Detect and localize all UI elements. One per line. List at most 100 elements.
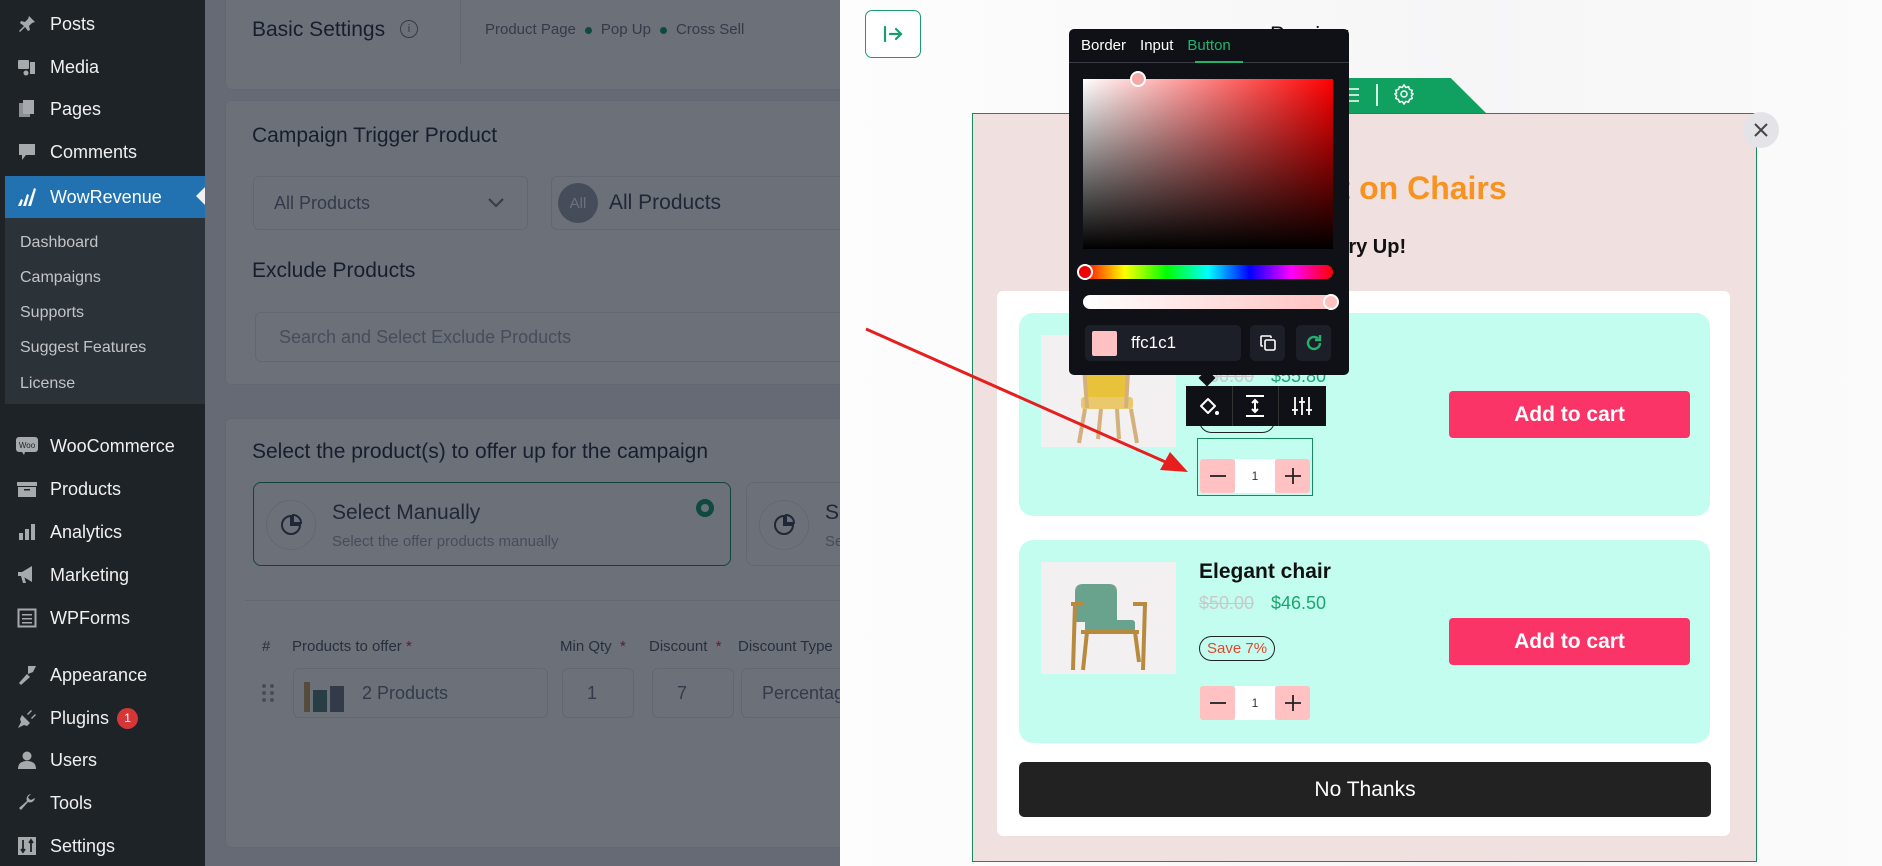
plug-icon (15, 706, 39, 730)
comment-icon (15, 140, 39, 164)
sidebar-item-label: Posts (50, 13, 96, 34)
woo-icon: Woo (15, 434, 39, 458)
brush-icon (15, 663, 39, 687)
product-name[interactable]: Elegant chair (1199, 560, 1331, 584)
sidebar-item-tools[interactable]: Tools (0, 783, 205, 823)
alpha-handle[interactable] (1323, 294, 1339, 310)
element-toolbar (1186, 386, 1326, 426)
svg-text:Woo: Woo (19, 441, 36, 450)
hue-slider[interactable] (1083, 265, 1333, 279)
media-icon (15, 55, 39, 79)
submenu-campaigns[interactable]: Campaigns (20, 269, 101, 287)
sidebar-item-label: Tools (50, 792, 93, 813)
minus-icon (1209, 475, 1226, 477)
sidebar-item-products[interactable]: Products (0, 469, 205, 509)
save-badge[interactable]: Save 7% (1199, 636, 1276, 661)
submenu-dashboard[interactable]: Dashboard (20, 234, 98, 252)
add-to-cart-button[interactable]: Add to cart (1449, 391, 1690, 438)
sidebar-item-analytics[interactable]: Analytics (0, 512, 205, 552)
collapse-drawer-button[interactable] (865, 10, 921, 58)
alpha-slider[interactable] (1083, 295, 1333, 309)
screen: Posts Media Pages Comments WowRevenue Da… (0, 0, 1882, 866)
submenu-license[interactable]: License (20, 375, 75, 393)
sidebar-item-woocommerce[interactable]: Woo WooCommerce (0, 426, 205, 466)
color-swatch (1092, 330, 1117, 356)
tab-button[interactable]: Button (1187, 37, 1230, 54)
sidebar-item-plugins[interactable]: Plugins 1 (0, 698, 205, 738)
submenu-supports[interactable]: Supports (20, 304, 84, 322)
decrement-button[interactable] (1200, 686, 1235, 720)
sidebar-item-label: Appearance (50, 664, 148, 685)
quantity-value[interactable]: 1 (1235, 459, 1275, 493)
modal-backdrop[interactable] (205, 0, 840, 866)
product-image (1041, 562, 1176, 674)
minus-icon (1209, 702, 1226, 704)
tab-border[interactable]: Border (1081, 37, 1126, 54)
settings-sliders-button[interactable] (1279, 386, 1326, 426)
popup-close-button[interactable] (1743, 112, 1779, 148)
spacing-button[interactable] (1233, 386, 1280, 426)
submenu-suggest-features[interactable]: Suggest Features (20, 339, 146, 357)
pin-icon (15, 12, 39, 36)
sidebar-item-label: Analytics (50, 521, 123, 542)
admin-sidebar: Posts Media Pages Comments WowRevenue Da… (0, 0, 205, 866)
refresh-icon (1306, 335, 1321, 351)
tab-input[interactable]: Input (1140, 37, 1173, 54)
copy-color-button[interactable] (1250, 325, 1285, 361)
saturation-value-area[interactable] (1083, 79, 1333, 249)
hex-value[interactable]: ffc1c1 (1131, 333, 1176, 353)
megaphone-icon (15, 563, 39, 587)
paint-bucket-icon (1199, 398, 1219, 415)
no-thanks-button[interactable]: No Thanks (1019, 762, 1711, 817)
sidebar-item-appearance[interactable]: Appearance (0, 655, 205, 695)
sidebar-item-label: Products (50, 478, 122, 499)
sidebar-item-label: Media (50, 56, 100, 77)
active-tab-indicator (1195, 61, 1243, 63)
sidebar-item-label: Comments (50, 141, 138, 162)
add-to-cart-button[interactable]: Add to cart (1449, 618, 1690, 665)
hex-input[interactable]: ffc1c1 (1085, 325, 1241, 361)
sidebar-item-wpforms[interactable]: WPForms (0, 598, 205, 638)
sidebar-item-label: Marketing (50, 564, 130, 585)
increment-button[interactable] (1275, 686, 1310, 720)
plugins-update-badge: 1 (117, 707, 139, 729)
increment-button[interactable] (1275, 459, 1310, 493)
sidebar-item-label: Settings (50, 835, 116, 856)
sidebar-item-label: WowRevenue (50, 186, 162, 207)
sidebar-item-label: Pages (50, 98, 102, 119)
form-icon (15, 606, 39, 630)
sidebar-item-marketing[interactable]: Marketing (0, 555, 205, 595)
color-picker-tabs: Border Input Button (1081, 37, 1231, 54)
wowrevenue-icon (15, 185, 39, 209)
sidebar-item-label: WPForms (50, 607, 130, 628)
sidebar-item-label: Plugins (50, 707, 110, 728)
sidebar-item-wowrevenue[interactable]: WowRevenue (5, 176, 205, 218)
color-picker-popover: Border Input Button ffc1c1 (1069, 29, 1349, 375)
quantity-stepper[interactable]: 1 (1200, 459, 1310, 493)
saturation-handle[interactable] (1130, 71, 1146, 87)
bar-chart-icon (15, 520, 39, 544)
gear-icon[interactable] (1393, 83, 1415, 105)
reset-color-button[interactable] (1296, 325, 1331, 361)
fill-color-button[interactable] (1186, 386, 1233, 426)
decrement-button[interactable] (1200, 459, 1235, 493)
hue-handle[interactable] (1077, 264, 1093, 280)
wrench-icon (15, 791, 39, 815)
product-new-price: $46.50 (1271, 593, 1327, 613)
arrow-right-from-bar-icon (883, 25, 903, 43)
sidebar-item-media[interactable]: Media (0, 47, 205, 87)
sidebar-item-comments[interactable]: Comments (0, 132, 205, 172)
sidebar-item-label: WooCommerce (50, 435, 175, 456)
pages-icon (15, 97, 39, 121)
quantity-value[interactable]: 1 (1235, 686, 1275, 720)
sidebar-item-posts[interactable]: Posts (0, 4, 205, 44)
sidebar-item-settings[interactable]: Settings (0, 826, 205, 866)
sidebar-item-users[interactable]: Users (0, 740, 205, 780)
close-icon (1754, 123, 1768, 137)
user-icon (15, 748, 39, 772)
plus-icon (1284, 695, 1301, 711)
sliders-icon (15, 834, 39, 858)
quantity-stepper[interactable]: 1 (1200, 686, 1310, 720)
tab-divider (1376, 84, 1378, 106)
sidebar-item-pages[interactable]: Pages (0, 89, 205, 129)
